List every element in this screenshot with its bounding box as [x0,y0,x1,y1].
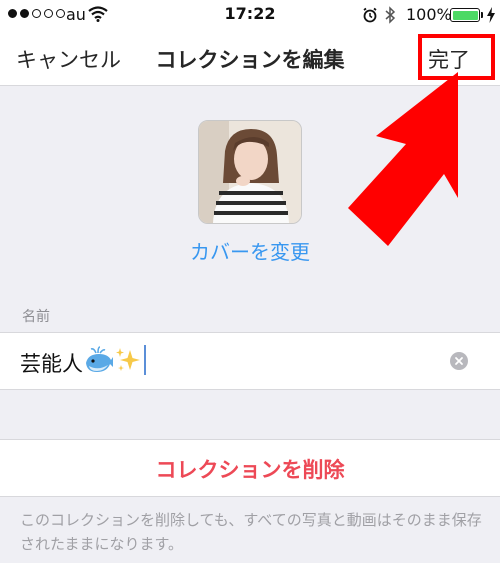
alarm-icon [362,7,378,27]
cover-photo[interactable] [198,120,302,224]
delete-note-text: このコレクションを削除しても、すべての写真と動画はそのまま保存されたままになりま… [20,511,482,553]
charging-bolt-icon [487,7,495,27]
sparkles-emoji-icon [114,346,142,378]
battery-icon [450,8,480,22]
clear-text-icon[interactable] [450,352,468,370]
name-field-label: 名前 [22,309,50,325]
battery-tip [481,12,483,18]
whale-emoji-icon [84,345,114,379]
name-input-value[interactable]: 芸能人 [20,348,83,378]
battery-percent: 100% [406,5,452,24]
annotation-arrow-icon [340,70,490,254]
bluetooth-icon [384,6,396,28]
text-cursor [144,345,146,375]
delete-collection-button[interactable]: コレクションを削除 [0,454,500,484]
